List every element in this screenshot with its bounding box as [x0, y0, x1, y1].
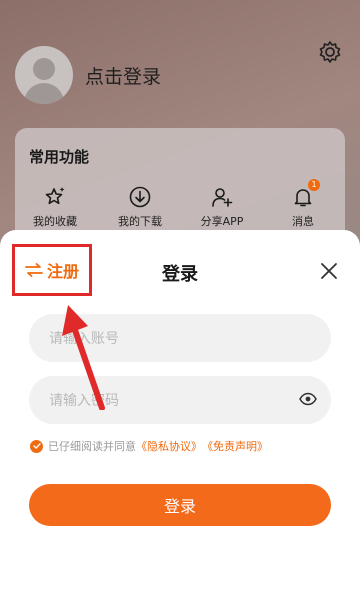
favorites-item[interactable]: 我的收藏: [20, 184, 90, 229]
eye-icon[interactable]: [299, 392, 317, 406]
add-user-icon: [212, 188, 233, 207]
agree-checkbox[interactable]: [30, 439, 43, 453]
messages-item[interactable]: 1 消息: [268, 179, 338, 229]
avatar[interactable]: [15, 46, 73, 104]
card-title: 常用功能: [29, 148, 90, 166]
downloads-item[interactable]: 我的下载: [105, 184, 175, 229]
login-button[interactable]: 登录: [29, 484, 331, 526]
star-sparkle-icon: [45, 187, 65, 205]
messages-label: 消息: [292, 215, 314, 228]
download-icon: [129, 186, 151, 208]
share-app-item[interactable]: 分享APP: [187, 184, 257, 229]
privacy-link[interactable]: 《隐私协议》: [136, 438, 202, 454]
share-app-label: 分享APP: [200, 215, 244, 228]
login-prompt[interactable]: 点击登录: [85, 62, 161, 89]
disclaimer-link[interactable]: 《免责声明》: [202, 438, 268, 454]
message-badge: 1: [308, 179, 320, 191]
login-sheet: 注册 登录 请输入账号 请输入密码 已仔细阅读并同意 《隐私协议》 《免责声明》…: [0, 230, 360, 614]
downloads-label: 我的下载: [118, 215, 162, 228]
agree-text: 已仔细阅读并同意: [48, 440, 136, 453]
check-icon: [32, 443, 41, 449]
annotation-arrow: [62, 305, 105, 410]
settings-gear-icon[interactable]: [318, 40, 342, 64]
sheet-title: 登录: [162, 264, 198, 285]
favorites-label: 我的收藏: [33, 215, 77, 228]
profile-header[interactable]: 点击登录: [15, 46, 161, 104]
agreement-row: 已仔细阅读并同意 《隐私协议》 《免责声明》: [30, 438, 268, 454]
close-icon[interactable]: [320, 262, 338, 280]
